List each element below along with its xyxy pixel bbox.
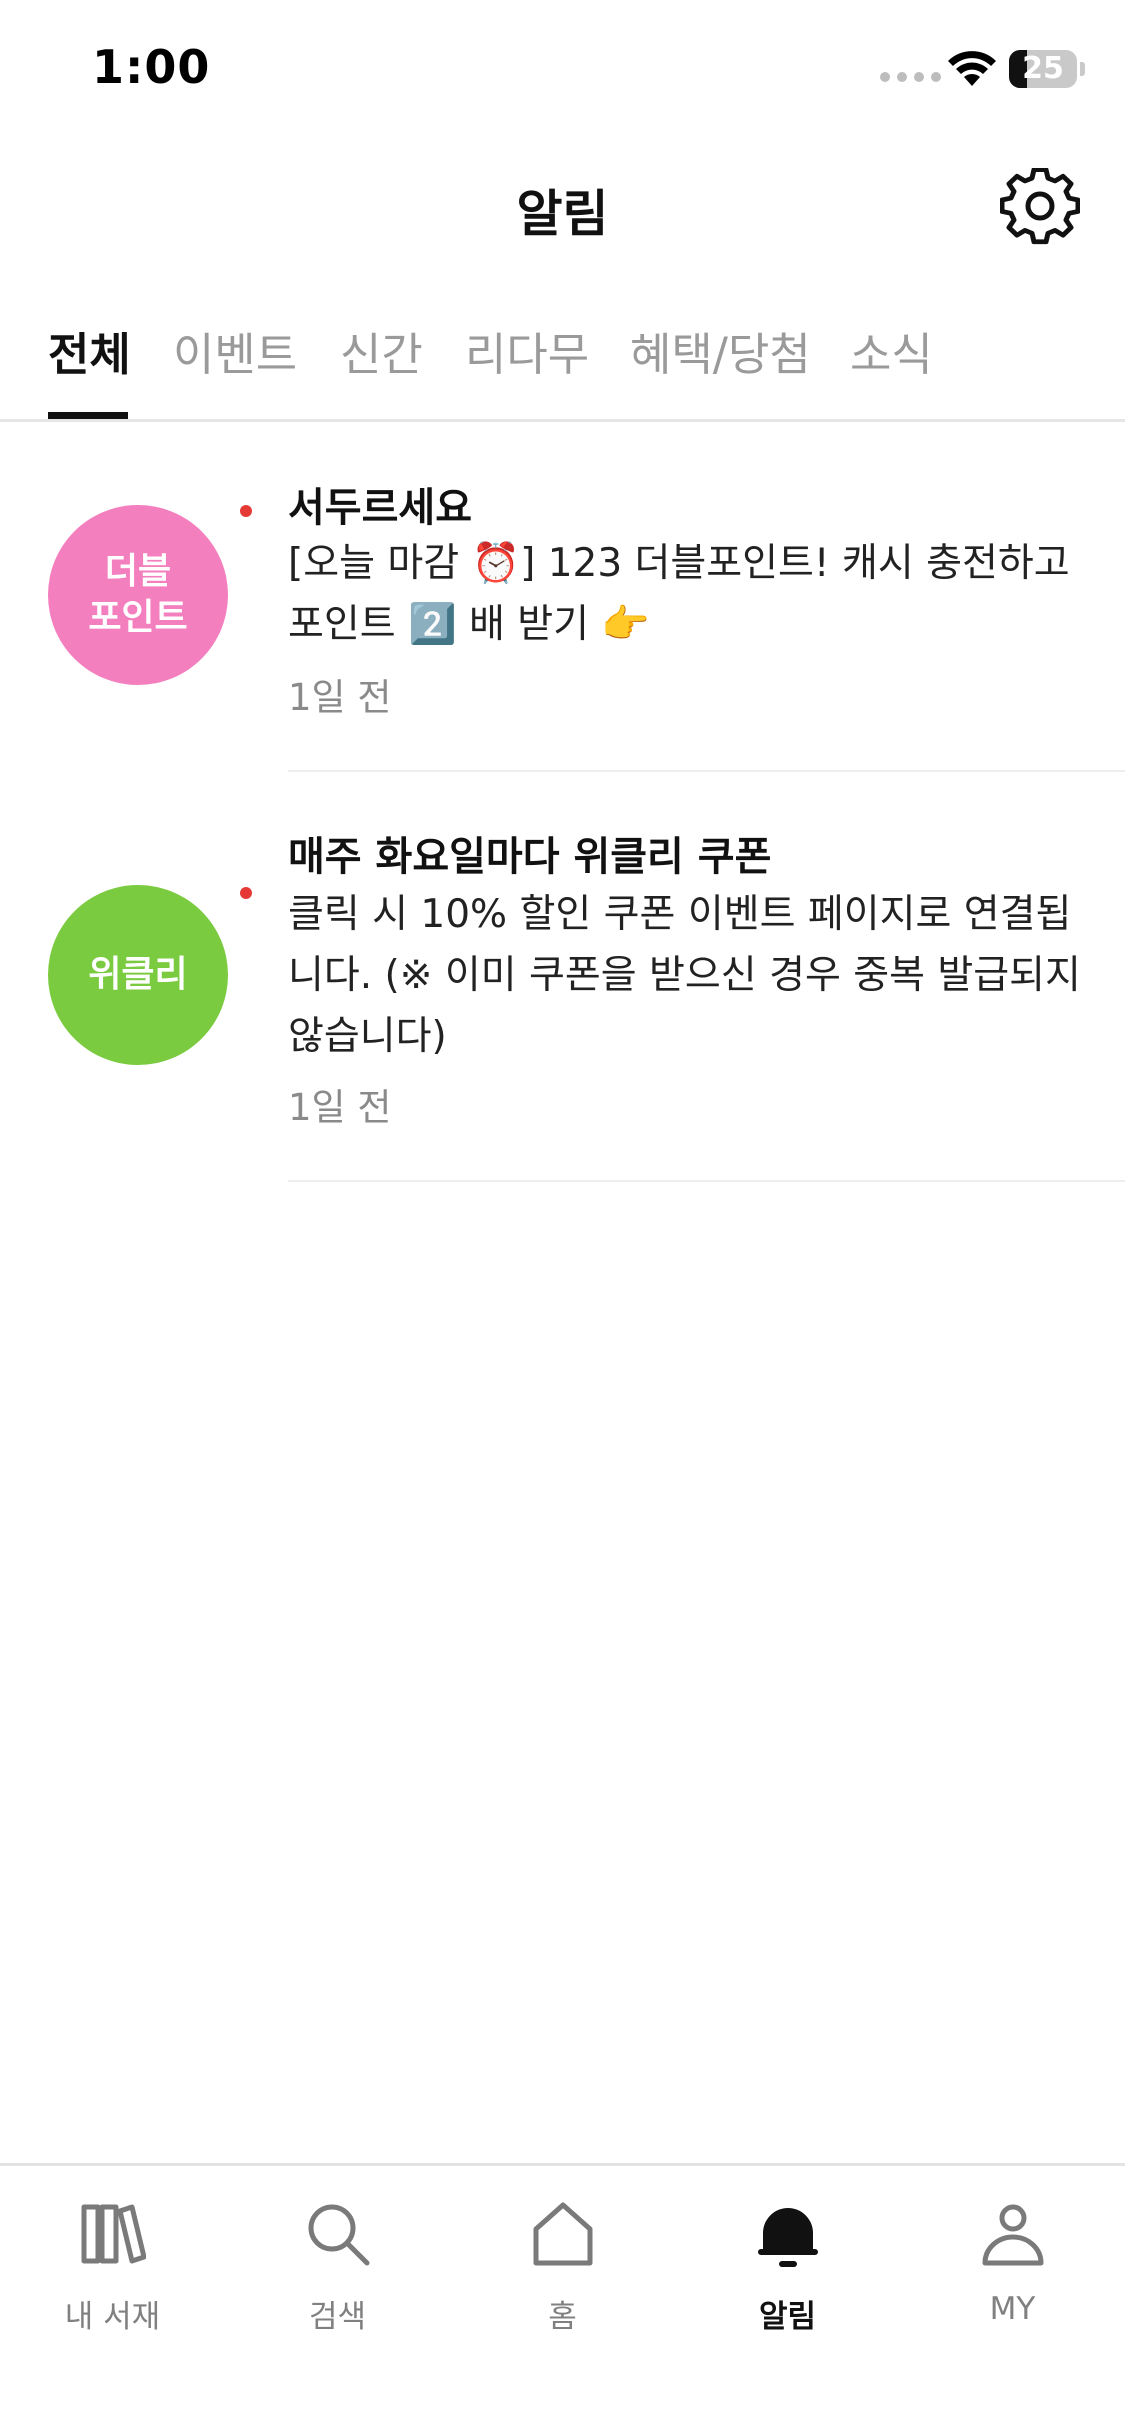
notification-title: 매주 화요일마다 위클리 쿠폰 bbox=[288, 834, 772, 880]
nav-label: 내 서재 bbox=[64, 2299, 161, 2335]
home-icon bbox=[533, 2202, 593, 2266]
notification-time: 1일 전 bbox=[288, 1086, 392, 1129]
notification-time: 1일 전 bbox=[288, 676, 392, 719]
avatar-label: 위클리 bbox=[88, 954, 188, 995]
wifi-icon bbox=[948, 51, 996, 86]
unread-dot bbox=[240, 505, 252, 517]
nav-label: MY bbox=[989, 2291, 1036, 2327]
avatar-label: 더블 포인트 bbox=[88, 551, 188, 638]
page-title: 알림 bbox=[516, 185, 609, 243]
nav-label: 검색 bbox=[308, 2299, 367, 2335]
battery-icon: 25 bbox=[1009, 50, 1077, 88]
battery-level: 25 bbox=[1022, 51, 1064, 86]
notification-item[interactable]: 더블 포인트 서두르세요 [오늘 마감 ⏰] 123 더블포인트! 캐시 충전하고… bbox=[0, 425, 1125, 772]
tab-all[interactable]: 전체 bbox=[48, 318, 131, 383]
notification-avatar: 더블 포인트 bbox=[48, 505, 228, 685]
status-time: 1:00 bbox=[92, 40, 211, 94]
tab-news[interactable]: 소식 bbox=[850, 318, 933, 383]
nav-my[interactable]: MY bbox=[900, 2191, 1125, 2341]
active-tab-indicator bbox=[48, 412, 128, 419]
bottom-nav: 내 서재 검색 홈 알림 MY bbox=[0, 2163, 1125, 2436]
divider bbox=[288, 1180, 1125, 1182]
nav-label: 알림 bbox=[758, 2299, 817, 2335]
nav-label: 홈 bbox=[548, 2299, 577, 2335]
header: 알림 bbox=[0, 150, 1125, 260]
category-tabs: 전체 이벤트 신간 리다무 혜택/당첨 소식 bbox=[0, 300, 1125, 422]
unread-dot bbox=[240, 887, 252, 899]
nav-library[interactable]: 내 서재 bbox=[0, 2191, 225, 2341]
status-bar: 1:00 25 bbox=[0, 0, 1125, 140]
battery-cap bbox=[1080, 62, 1085, 76]
settings-button[interactable] bbox=[999, 167, 1081, 248]
tab-events[interactable]: 이벤트 bbox=[173, 318, 297, 383]
tab-ridamu[interactable]: 리다무 bbox=[465, 318, 589, 383]
user-icon bbox=[982, 2204, 1044, 2266]
library-icon bbox=[81, 2204, 146, 2264]
bell-icon bbox=[758, 2208, 818, 2267]
search-icon bbox=[308, 2204, 370, 2266]
notification-body: [오늘 마감 ⏰] 123 더블포인트! 캐시 충전하고 포인트 2️⃣ 배 받… bbox=[288, 541, 1070, 647]
gear-icon bbox=[999, 167, 1081, 245]
notification-avatar: 위클리 bbox=[48, 885, 228, 1065]
notification-title: 서두르세요 bbox=[288, 485, 472, 531]
tab-new-releases[interactable]: 신간 bbox=[340, 318, 423, 383]
nav-home[interactable]: 홈 bbox=[450, 2191, 675, 2341]
notification-body: 클릭 시 10% 할인 쿠폰 이벤트 페이지로 연결됩니다. (※ 이미 쿠폰을… bbox=[288, 892, 1081, 1059]
tab-benefits[interactable]: 혜택/당첨 bbox=[630, 318, 811, 383]
notification-item[interactable]: 위클리 매주 화요일마다 위클리 쿠폰 클릭 시 10% 할인 쿠폰 이벤트 페… bbox=[0, 772, 1125, 1182]
nav-search[interactable]: 검색 bbox=[225, 2191, 450, 2341]
cellular-signal-icon bbox=[880, 72, 941, 82]
nav-notifications[interactable]: 알림 bbox=[675, 2191, 900, 2341]
